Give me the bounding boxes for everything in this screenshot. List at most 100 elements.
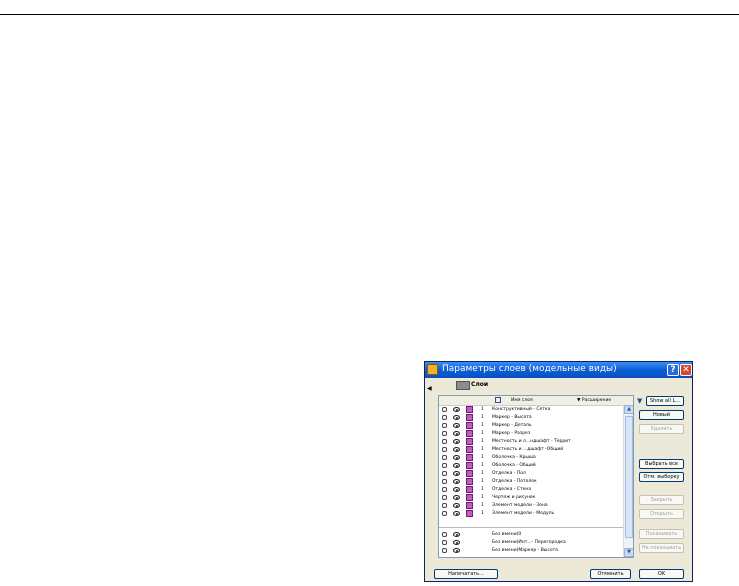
pen-set-icon[interactable]: [466, 414, 473, 421]
eye-icon[interactable]: [453, 487, 460, 492]
layer-name: Маркер - Разрез: [492, 431, 531, 436]
eye-icon[interactable]: [453, 495, 460, 500]
eye-icon[interactable]: [453, 455, 460, 460]
layer-row[interactable]: 1 Отделка - Пол: [439, 470, 623, 477]
unnamed-layer-row[interactable]: Без имени(Инт...- Перегородка: [439, 539, 623, 546]
lock-icon[interactable]: [442, 463, 447, 468]
help-button[interactable]: ?: [667, 364, 679, 376]
ok-button[interactable]: OK: [639, 569, 684, 579]
vertical-scrollbar[interactable]: ▲ ▼: [623, 405, 633, 557]
lock-icon[interactable]: [442, 532, 447, 537]
eye-icon[interactable]: [453, 415, 460, 420]
pen-set-icon[interactable]: [466, 438, 473, 445]
eye-icon[interactable]: [453, 431, 460, 436]
show-layer-button[interactable]: Показывать: [639, 529, 684, 539]
column-header-extension[interactable]: ▼ Расширение: [577, 398, 611, 403]
lock-icon[interactable]: [442, 431, 447, 436]
layer-row[interactable]: 1 Чертеж и рисунок: [439, 494, 623, 501]
delete-layer-button[interactable]: Удалить: [639, 424, 684, 434]
lock-icon[interactable]: [442, 511, 447, 516]
layer-row[interactable]: 1 Элемент модели - Модуль: [439, 510, 623, 517]
pen-set-icon[interactable]: [466, 470, 473, 477]
layer-row[interactable]: 1 Маркер - Деталь: [439, 422, 623, 429]
eye-icon[interactable]: [453, 463, 460, 468]
unnamed-layer-row[interactable]: Без имени(0: [439, 531, 623, 538]
column-header-name[interactable]: Имя слоя: [511, 398, 533, 403]
pen-set-icon[interactable]: [466, 486, 473, 493]
eye-icon[interactable]: [453, 423, 460, 428]
lock-icon[interactable]: [442, 423, 447, 428]
layer-name: Без имени(Маркер - Высота: [492, 548, 558, 553]
app-icon: [427, 364, 438, 375]
layer-row[interactable]: 1 Маркер - Разрез: [439, 430, 623, 437]
lock-icon[interactable]: [442, 548, 447, 553]
eye-icon[interactable]: [453, 540, 460, 545]
lock-icon[interactable]: [442, 503, 447, 508]
pen-set-icon[interactable]: [466, 494, 473, 501]
deselect-button[interactable]: Отм. выборку: [639, 472, 684, 482]
lock-icon[interactable]: [442, 407, 447, 412]
new-layer-button[interactable]: Новый: [639, 410, 684, 420]
scroll-down-icon[interactable]: ▼: [624, 548, 633, 557]
show-all-dropdown[interactable]: Show all L...: [646, 396, 684, 406]
layer-row[interactable]: 1 Конструктивный - Сетка: [439, 406, 623, 413]
intersection-group-value: 1: [481, 407, 484, 412]
layer-list[interactable]: Имя слоя ▼ Расширение 1 Конструктивный - …: [438, 395, 634, 558]
scroll-thumb[interactable]: [625, 416, 633, 538]
layer-row[interactable]: 1 Местность и ...дшафт -Общий: [439, 446, 623, 453]
lock-icon[interactable]: [442, 487, 447, 492]
layer-combination-icon[interactable]: [495, 397, 501, 403]
lock-icon[interactable]: [442, 447, 447, 452]
intersection-group-value: 1: [481, 415, 484, 420]
pen-set-icon[interactable]: [466, 406, 473, 413]
eye-icon[interactable]: [453, 471, 460, 476]
eye-icon[interactable]: [453, 548, 460, 553]
pen-set-icon[interactable]: [466, 430, 473, 437]
lock-icon[interactable]: [442, 479, 447, 484]
hide-layer-button[interactable]: Не показывать: [639, 543, 684, 553]
select-all-button[interactable]: Выбрать все: [639, 459, 684, 469]
layer-row[interactable]: 1 Отделка - Потолок: [439, 478, 623, 485]
layer-row[interactable]: 1 Оболочка - Общий: [439, 462, 623, 469]
unnamed-layer-row[interactable]: Без имени(Маркер - Высота: [439, 547, 623, 554]
collapse-arrow-icon[interactable]: ◀: [427, 385, 432, 392]
lock-icon[interactable]: [442, 495, 447, 500]
lock-icon[interactable]: [442, 415, 447, 420]
eye-icon[interactable]: [453, 479, 460, 484]
pen-set-icon[interactable]: [466, 446, 473, 453]
layer-row[interactable]: 1 Элемент модели - Зона: [439, 502, 623, 509]
lock-icon[interactable]: [442, 439, 447, 444]
eye-icon[interactable]: [453, 511, 460, 516]
pen-set-icon[interactable]: [466, 422, 473, 429]
cancel-button[interactable]: Отменить: [590, 569, 631, 579]
close-layer-button[interactable]: Закрыть: [639, 495, 684, 505]
pen-set-icon[interactable]: [466, 454, 473, 461]
eye-icon[interactable]: [453, 407, 460, 412]
lock-icon[interactable]: [442, 540, 447, 545]
eye-icon[interactable]: [453, 447, 460, 452]
lock-icon[interactable]: [442, 471, 447, 476]
close-button[interactable]: ✕: [680, 364, 692, 376]
eye-icon[interactable]: [453, 532, 460, 537]
layer-name: Элемент модели - Зона: [492, 503, 548, 508]
tree-label-layers[interactable]: Слои: [471, 381, 488, 388]
print-button[interactable]: Напечатать...: [434, 569, 498, 579]
pen-set-icon[interactable]: [466, 502, 473, 509]
lock-icon[interactable]: [442, 455, 447, 460]
layer-row[interactable]: 1 Отделка - Стена: [439, 486, 623, 493]
eye-icon[interactable]: [453, 439, 460, 444]
list-header: Имя слоя ▼ Расширение: [439, 396, 633, 406]
pen-set-icon[interactable]: [466, 510, 473, 517]
intersection-group-value: 1: [481, 511, 484, 516]
layer-row[interactable]: 1 Маркер - Высота: [439, 414, 623, 421]
open-layer-button[interactable]: Открыть: [639, 509, 684, 519]
pen-set-icon[interactable]: [466, 478, 473, 485]
layer-row[interactable]: 1 Оболочка - Крыша: [439, 454, 623, 461]
pen-set-icon[interactable]: [466, 462, 473, 469]
title-bar[interactable]: Параметры слоев (модельные виды) ? ✕: [425, 362, 692, 378]
top-divider-line: [0, 14, 739, 15]
layer-row[interactable]: 1 Местность и л...ндшафт - Террит: [439, 438, 623, 445]
eye-icon[interactable]: [453, 503, 460, 508]
scroll-up-icon[interactable]: ▲: [624, 405, 633, 414]
filter-icon[interactable]: ▼: [637, 397, 642, 405]
